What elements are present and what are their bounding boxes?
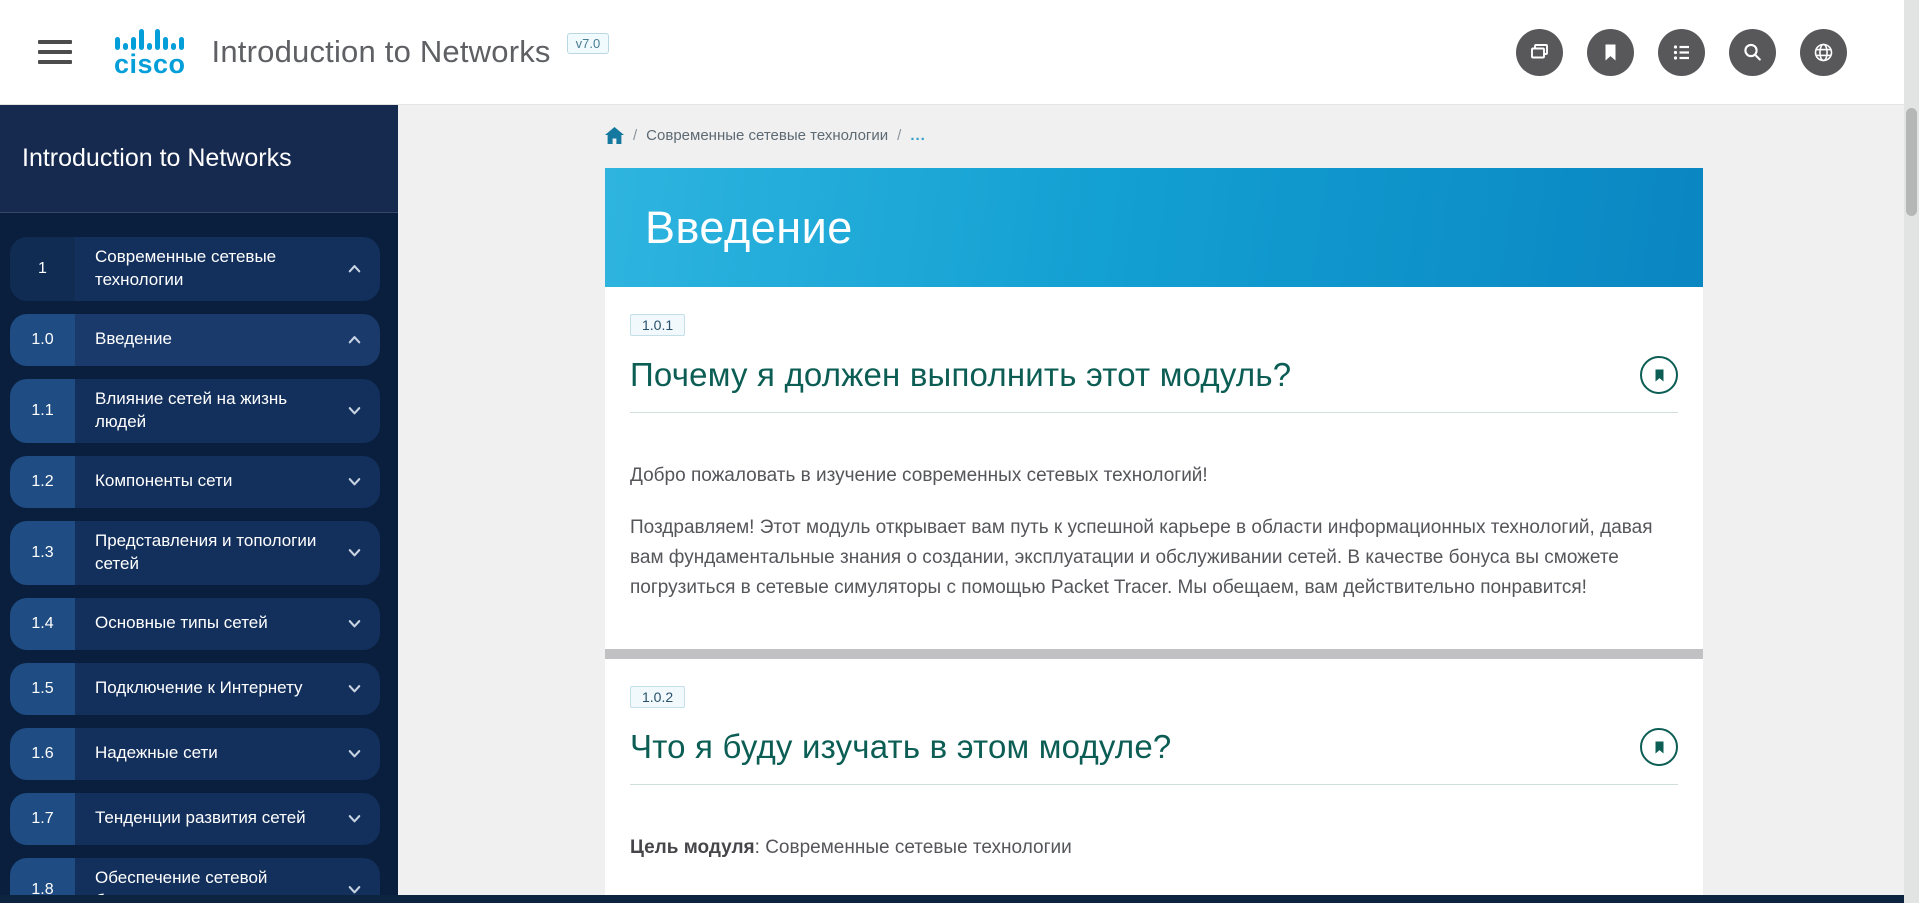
search-icon[interactable] [1729, 29, 1776, 76]
item-body: Современные сетевые технологии [75, 237, 380, 301]
sidebar: Introduction to Networks 1 Современные се… [0, 105, 398, 903]
item-label: Современные сетевые технологии [95, 246, 345, 292]
sidebar-item-1.3[interactable]: 1.3 Представления и топологии сетей [10, 521, 380, 585]
home-icon[interactable] [605, 127, 624, 144]
list-icon[interactable] [1658, 29, 1705, 76]
sidebar-item-1.0[interactable]: 1.0 Введение [10, 314, 380, 366]
item-number: 1.1 [10, 379, 75, 443]
item-label: Тенденции развития сетей [95, 807, 345, 830]
item-body: Основные типы сетей [75, 598, 380, 650]
chevron-up-icon [345, 330, 364, 349]
bottom-bar [0, 895, 1919, 903]
bookmark-button[interactable] [1640, 728, 1678, 766]
breadcrumb-separator: / [897, 127, 901, 144]
sidebar-item-1[interactable]: 1 Современные сетевые технологии [10, 237, 380, 301]
item-number: 1.4 [10, 598, 75, 650]
cisco-wordmark: cisco [114, 51, 186, 78]
item-label: Представления и топологии сетей [95, 530, 345, 576]
bookmark-button[interactable] [1640, 356, 1678, 394]
chevron-down-icon [345, 543, 364, 562]
item-body: Подключение к Интернету [75, 663, 380, 715]
content-card: Введение 1.0.1 Почему я должен выполнить … [605, 168, 1703, 903]
windows-icon[interactable] [1516, 29, 1563, 76]
breadcrumb-ellipsis[interactable]: ... [910, 127, 926, 144]
chevron-down-icon [345, 401, 364, 420]
item-label: Подключение к Интернету [95, 677, 345, 700]
item-body: Представления и топологии сетей [75, 521, 380, 585]
version-badge: v7.0 [567, 33, 610, 54]
menu-button[interactable] [38, 40, 72, 64]
item-number: 1.6 [10, 728, 75, 780]
item-number: 1.7 [10, 793, 75, 845]
item-body: Введение [75, 314, 380, 366]
item-number: 1.5 [10, 663, 75, 715]
cisco-bars-icon [115, 26, 184, 50]
chevron-down-icon [345, 614, 364, 633]
paragraph: Поздравляем! Этот модуль открывает вам п… [630, 513, 1660, 603]
item-label: Надежные сети [95, 742, 345, 765]
section-header: Почему я должен выполнить этот модуль? [630, 356, 1678, 394]
item-number: 1.3 [10, 521, 75, 585]
module-goal-label: Цель модуля [630, 837, 755, 858]
section-badge: 1.0.1 [630, 314, 685, 336]
module-goal: Цель модуля: Современные сетевые техноло… [630, 837, 1678, 859]
section-header: Что я буду изучать в этом модуле? [630, 728, 1678, 766]
cisco-logo[interactable]: cisco [114, 26, 186, 78]
chevron-down-icon [345, 472, 364, 491]
section-rule [630, 412, 1678, 413]
chevron-down-icon [345, 809, 364, 828]
sidebar-item-1.1[interactable]: 1.1 Влияние сетей на жизнь людей [10, 379, 380, 443]
app-header: cisco Introduction to Networks v7.0 [0, 0, 1919, 105]
sections-container: 1.0.1 Почему я должен выполнить этот моду… [605, 287, 1703, 903]
chevron-up-icon [345, 259, 364, 278]
globe-icon[interactable] [1800, 29, 1847, 76]
section-title: Что я буду изучать в этом модуле? [630, 728, 1171, 766]
breadcrumb-separator: / [633, 127, 637, 144]
item-number: 1.2 [10, 456, 75, 508]
section-divider [605, 649, 1703, 659]
scrollbar-track[interactable] [1904, 0, 1919, 903]
module-banner: Введение [605, 168, 1703, 287]
sidebar-course-title: Introduction to Networks [0, 105, 398, 213]
breadcrumb-section[interactable]: Современные сетевые технологии [646, 127, 888, 144]
item-body: Компоненты сети [75, 456, 380, 508]
section-badge: 1.0.2 [630, 686, 685, 708]
content-section-1.0.1: 1.0.1 Почему я должен выполнить этот моду… [605, 287, 1703, 649]
section-title: Почему я должен выполнить этот модуль? [630, 356, 1291, 394]
content-section-1.0.2: 1.0.2 Что я буду изучать в этом модуле? Це… [605, 659, 1703, 903]
module-goal-text: : Современные сетевые технологии [755, 837, 1072, 858]
sidebar-item-1.5[interactable]: 1.5 Подключение к Интернету [10, 663, 380, 715]
sidebar-nav: 1 Современные сетевые технологии 1.0 Введен… [0, 213, 398, 903]
banner-title: Введение [605, 202, 853, 254]
section-rule [630, 784, 1678, 785]
scrollbar-thumb[interactable] [1906, 108, 1917, 216]
item-number: 1.0 [10, 314, 75, 366]
bookmark-icon[interactable] [1587, 29, 1634, 76]
item-body: Тенденции развития сетей [75, 793, 380, 845]
chevron-down-icon [345, 744, 364, 763]
paragraph: Добро пожаловать в изучение современных … [630, 461, 1660, 491]
item-body: Надежные сети [75, 728, 380, 780]
header-toolbar [1516, 29, 1847, 76]
item-body: Влияние сетей на жизнь людей [75, 379, 380, 443]
item-number: 1 [10, 237, 75, 301]
sidebar-item-1.7[interactable]: 1.7 Тенденции развития сетей [10, 793, 380, 845]
item-label: Влияние сетей на жизнь людей [95, 388, 345, 434]
item-label: Основные типы сетей [95, 612, 345, 635]
sidebar-item-1.2[interactable]: 1.2 Компоненты сети [10, 456, 380, 508]
item-label: Компоненты сети [95, 470, 345, 493]
sidebar-item-1.4[interactable]: 1.4 Основные типы сетей [10, 598, 380, 650]
page-title: Introduction to Networks [212, 34, 551, 70]
breadcrumb: / Современные сетевые технологии / ... [605, 127, 1919, 144]
main-content: / Современные сетевые технологии / ... В… [398, 105, 1919, 903]
chevron-down-icon [345, 679, 364, 698]
item-label: Введение [95, 328, 345, 351]
sidebar-item-1.6[interactable]: 1.6 Надежные сети [10, 728, 380, 780]
